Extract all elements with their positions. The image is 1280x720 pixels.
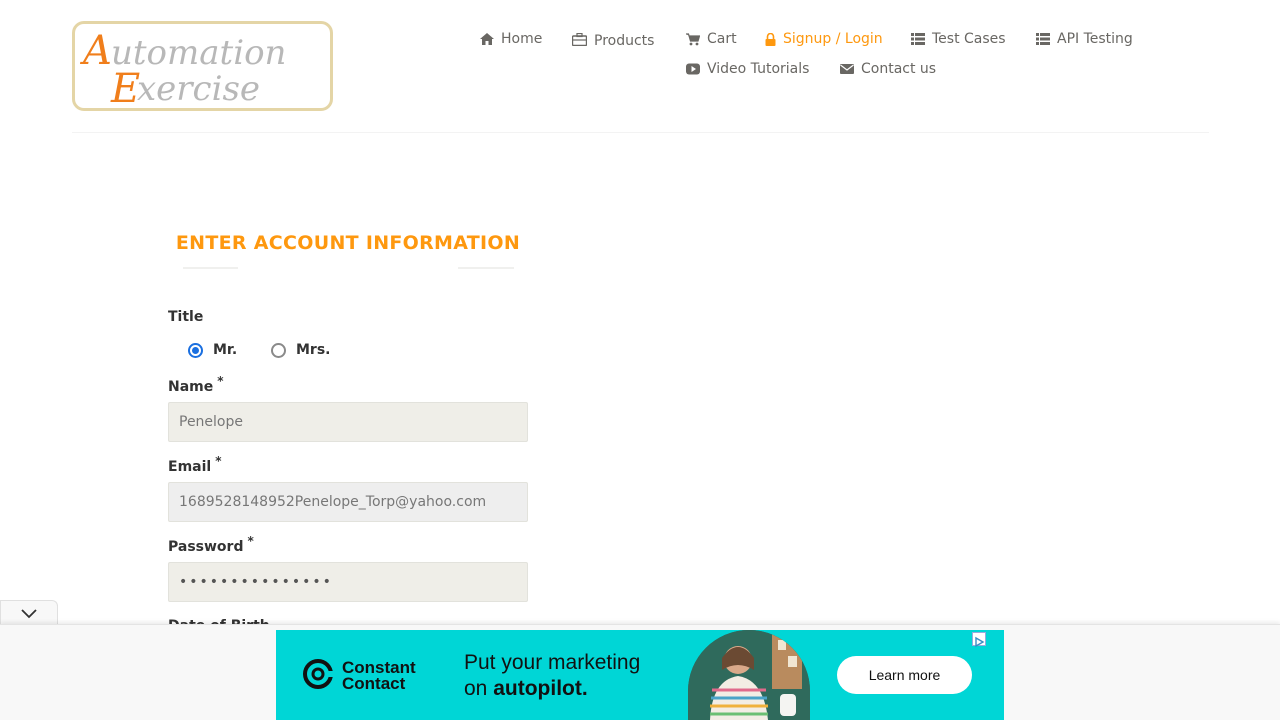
ad-headline-prefix: on	[464, 677, 494, 700]
list-icon	[911, 33, 925, 45]
password-label: Password *	[168, 534, 254, 555]
required-mark: *	[215, 454, 222, 468]
ad-headline-emphasis: autopilot.	[493, 677, 588, 700]
email-label-text: Email	[168, 459, 212, 475]
nav-contact-us[interactable]: Contact us	[840, 61, 936, 77]
nav-video-tutorials[interactable]: Video Tutorials	[686, 61, 809, 77]
heading-rule-left	[183, 267, 238, 269]
nav-home-label: Home	[501, 31, 543, 47]
radio-mr[interactable]	[188, 342, 203, 358]
nav-cart-label: Cart	[707, 31, 737, 47]
ad-headline: Put your marketing on autopilot.	[464, 650, 640, 702]
radio-mr-label: Mr.	[213, 342, 238, 358]
nav-products-label: Products	[594, 33, 655, 49]
name-field[interactable]: Penelope	[168, 402, 528, 442]
nav-home[interactable]: Home	[480, 31, 542, 47]
nav-api-testing-label: API Testing	[1057, 31, 1133, 47]
lock-icon	[765, 32, 776, 46]
nav-contact-us-label: Contact us	[861, 61, 937, 77]
ad-photo	[688, 630, 810, 720]
form-heading: ENTER ACCOUNT INFORMATION	[175, 232, 521, 254]
title-option-mrs[interactable]: Mrs.	[271, 342, 331, 358]
youtube-icon	[686, 63, 700, 75]
main-nav: Home Products Cart Signup / Login Test C…	[0, 0, 1280, 100]
chevron-down-icon	[21, 604, 37, 623]
required-mark: *	[217, 374, 224, 388]
ad-banner[interactable]: Constant Contact Put your marketing on a…	[276, 630, 1004, 720]
password-field[interactable]: •••••••••••••••	[168, 562, 528, 602]
title-option-mr[interactable]: Mr.	[188, 342, 237, 358]
radio-mrs-label: Mrs.	[296, 342, 331, 358]
nav-test-cases[interactable]: Test Cases	[911, 31, 1006, 47]
ad-learn-more-button[interactable]: Learn more	[837, 656, 972, 694]
radio-mrs[interactable]	[271, 342, 286, 358]
nav-test-cases-label: Test Cases	[932, 31, 1006, 47]
password-label-text: Password	[168, 539, 244, 555]
adchoices-icon[interactable]	[972, 632, 986, 648]
nav-video-tutorials-label: Video Tutorials	[707, 61, 810, 77]
home-icon	[480, 33, 494, 45]
email-label: Email *	[168, 454, 221, 475]
nav-signup-login-label: Signup / Login	[783, 31, 883, 47]
ad-brand: Constant Contact	[302, 658, 416, 694]
ad-brand-line2: Contact	[342, 674, 406, 693]
email-field[interactable]: 1689528148952Penelope_Torp@yahoo.com	[168, 482, 528, 522]
constant-contact-logo-icon	[302, 658, 334, 694]
nav-products[interactable]: Products	[572, 31, 655, 49]
cart-icon	[686, 32, 700, 46]
briefcase-icon	[572, 32, 587, 46]
header-divider	[72, 132, 1209, 133]
nav-api-testing[interactable]: API Testing	[1036, 31, 1133, 47]
heading-rule-right	[458, 267, 514, 269]
envelope-icon	[840, 63, 854, 75]
title-label: Title	[168, 309, 204, 325]
ad-collapse-toggle[interactable]	[0, 600, 58, 626]
nav-signup-login[interactable]: Signup / Login	[765, 31, 883, 47]
nav-cart[interactable]: Cart	[686, 31, 737, 47]
list-icon	[1036, 33, 1050, 45]
ad-headline-line1: Put your marketing	[464, 651, 641, 674]
name-label-text: Name	[168, 379, 214, 395]
name-label: Name *	[168, 374, 224, 395]
required-mark: *	[247, 534, 254, 548]
